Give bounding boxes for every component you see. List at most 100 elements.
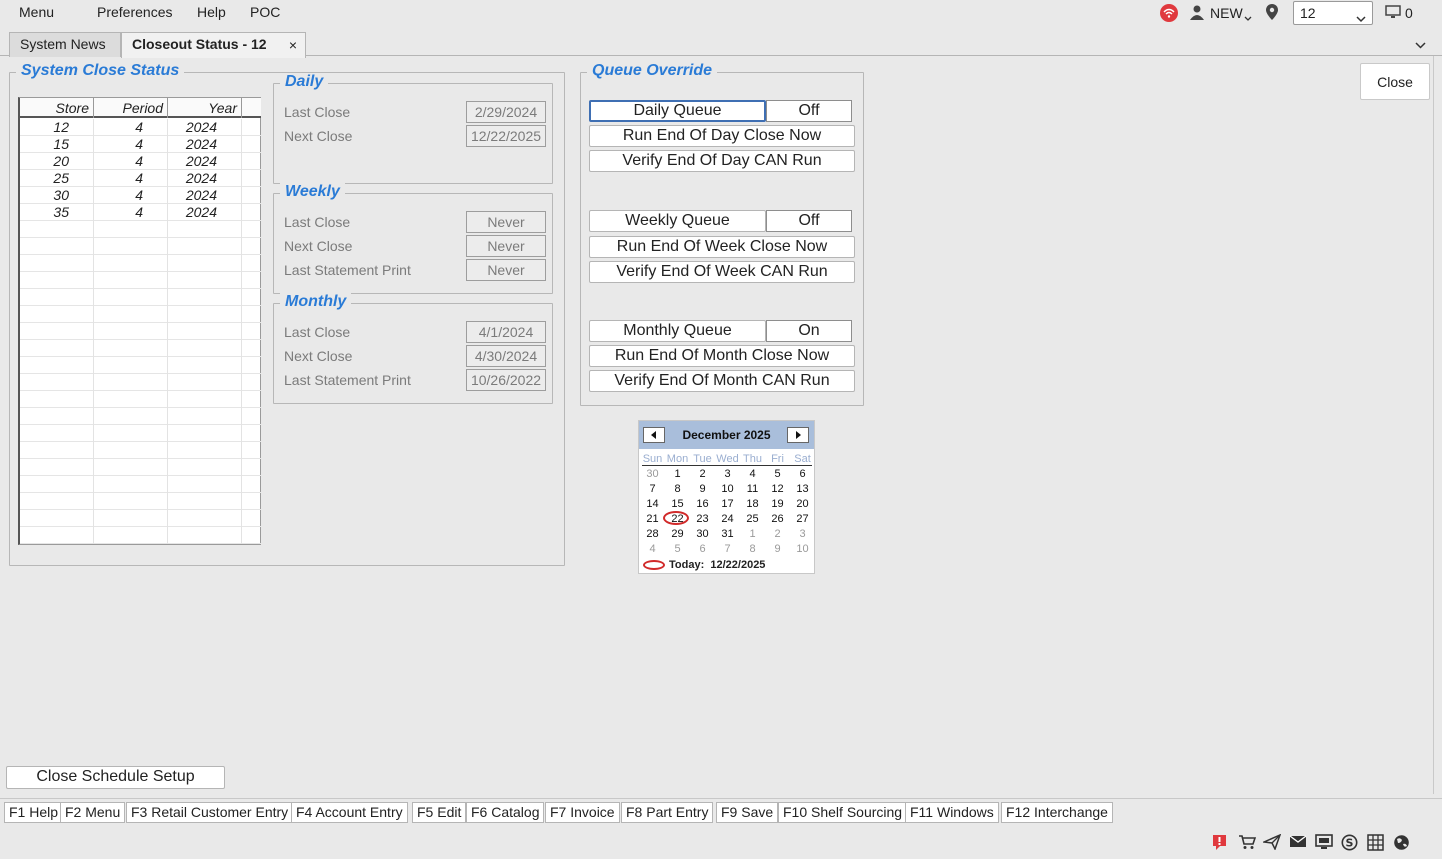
calendar-day[interactable]: 3 [715, 468, 740, 480]
table-row[interactable]: 35 4 2024 [20, 204, 261, 221]
table-row[interactable] [20, 306, 261, 323]
cart-icon[interactable] [1238, 834, 1257, 853]
alert-icon[interactable] [1212, 834, 1227, 854]
fkey-f9[interactable]: F9 Save [716, 802, 779, 823]
calendar-day[interactable]: 26 [765, 513, 790, 525]
user-icon[interactable] [1189, 4, 1205, 23]
calendar-day[interactable]: 5 [765, 468, 790, 480]
calendar-day[interactable]: 31 [715, 528, 740, 540]
column-header-store[interactable]: Store [20, 98, 94, 118]
calendar-day[interactable]: 20 [790, 498, 815, 510]
calendar-day[interactable]: 22 [665, 513, 690, 525]
monitor-icon[interactable] [1385, 5, 1401, 22]
fkey-f4[interactable]: F4 Account Entry [291, 802, 408, 823]
table-row[interactable] [20, 374, 261, 391]
table-row[interactable]: 12 4 2024 [20, 119, 261, 136]
calendar-day[interactable]: 2 [690, 468, 715, 480]
column-header-year[interactable]: Year [168, 98, 242, 118]
calendar-day[interactable]: 5 [665, 543, 690, 555]
table-row[interactable] [20, 221, 261, 238]
wifi-alert-icon[interactable] [1160, 4, 1178, 22]
monitor-icon[interactable] [1315, 834, 1333, 853]
calendar-day[interactable]: 30 [690, 528, 715, 540]
calendar-day[interactable]: 12 [765, 483, 790, 495]
weekly-queue-button[interactable]: Weekly Queue [589, 210, 766, 232]
calendar-day[interactable]: 1 [740, 528, 765, 540]
tab-closeout-status[interactable]: Closeout Status - 12 × [121, 32, 306, 58]
menu-help[interactable]: Help [197, 4, 226, 20]
fkey-f2[interactable]: F2 Menu [60, 802, 126, 823]
table-row[interactable] [20, 442, 261, 459]
calendar-today[interactable]: Today: 12/22/2025 [643, 559, 765, 571]
calendar-day[interactable]: 24 [715, 513, 740, 525]
table-row[interactable] [20, 255, 261, 272]
dollar-icon[interactable]: S [1341, 834, 1358, 854]
calendar-day[interactable]: 25 [740, 513, 765, 525]
calendar-day[interactable]: 23 [690, 513, 715, 525]
table-row[interactable] [20, 459, 261, 476]
run-end-of-day-close-button[interactable]: Run End Of Day Close Now [589, 125, 855, 147]
daily-queue-button[interactable]: Daily Queue [589, 100, 766, 122]
table-row[interactable] [20, 408, 261, 425]
calendar-day[interactable]: 4 [740, 468, 765, 480]
calendar-day[interactable]: 3 [790, 528, 815, 540]
calendar-day[interactable]: 8 [665, 483, 690, 495]
table-row[interactable] [20, 323, 261, 340]
table-row[interactable]: 20 4 2024 [20, 153, 261, 170]
fkey-f8[interactable]: F8 Part Entry [621, 802, 714, 823]
table-row[interactable] [20, 476, 261, 493]
calendar-day[interactable]: 13 [790, 483, 815, 495]
calendar-day[interactable]: 18 [740, 498, 765, 510]
table-row[interactable] [20, 493, 261, 510]
fkey-f7[interactable]: F7 Invoice [545, 802, 620, 823]
calendar-day[interactable]: 10 [715, 483, 740, 495]
grid-icon[interactable] [1367, 834, 1384, 854]
store-status-table[interactable]: Store Period Year 12 4 2024 15 4 2024 20 4 2024 2… [18, 97, 261, 545]
calendar-day[interactable]: 21 [640, 513, 665, 525]
table-row[interactable] [20, 340, 261, 357]
calendar-day[interactable]: 8 [740, 543, 765, 555]
calendar-next-button[interactable] [787, 427, 809, 443]
fkey-f5[interactable]: F5 Edit [412, 802, 467, 823]
menu-preferences[interactable]: Preferences [97, 4, 172, 20]
tab-system-news[interactable]: System News [9, 32, 121, 57]
calendar-day[interactable]: 1 [665, 468, 690, 480]
mail-icon[interactable] [1289, 834, 1307, 851]
calendar-day[interactable]: 27 [790, 513, 815, 525]
close-schedule-setup-button[interactable]: Close Schedule Setup [6, 766, 225, 789]
calendar-day[interactable]: 6 [690, 543, 715, 555]
fkey-f10[interactable]: F10 Shelf Sourcing [778, 802, 908, 823]
chevron-down-icon[interactable] [1415, 36, 1426, 52]
location-pin-icon[interactable] [1266, 4, 1278, 23]
fkey-f1[interactable]: F1 Help [4, 802, 64, 823]
column-header-period[interactable]: Period [94, 98, 168, 118]
table-row[interactable] [20, 510, 261, 527]
run-end-of-week-close-button[interactable]: Run End Of Week Close Now [589, 236, 855, 258]
calendar-day[interactable]: 7 [640, 483, 665, 495]
user-label[interactable]: NEW [1210, 5, 1243, 21]
table-row[interactable] [20, 527, 261, 544]
fkey-f12[interactable]: F12 Interchange [1001, 802, 1113, 823]
calendar-day[interactable]: 28 [640, 528, 665, 540]
menu-menu[interactable]: Menu [19, 4, 54, 20]
table-row[interactable]: 15 4 2024 [20, 136, 261, 153]
fkey-f11[interactable]: F11 Windows [905, 802, 999, 823]
calendar-day[interactable]: 9 [765, 543, 790, 555]
run-end-of-month-close-button[interactable]: Run End Of Month Close Now [589, 345, 855, 367]
table-row[interactable] [20, 238, 261, 255]
chevron-down-icon[interactable] [1244, 9, 1252, 25]
calendar-day[interactable]: 11 [740, 483, 765, 495]
table-row[interactable] [20, 289, 261, 306]
calendar-day[interactable]: 14 [640, 498, 665, 510]
calendar-prev-button[interactable] [643, 427, 665, 443]
calendar-day[interactable]: 6 [790, 468, 815, 480]
fkey-f3[interactable]: F3 Retail Customer Entry [126, 802, 294, 823]
calendar-day[interactable]: 9 [690, 483, 715, 495]
calendar-day[interactable]: 10 [790, 543, 815, 555]
table-row[interactable] [20, 425, 261, 442]
monthly-queue-button[interactable]: Monthly Queue [589, 320, 766, 342]
store-select[interactable]: 12 [1293, 1, 1373, 25]
menu-poc[interactable]: POC [250, 4, 280, 20]
calendar[interactable]: December 2025 Sun Mon Tue Wed Thu Fri Sat 30 1 2… [638, 420, 815, 574]
calendar-day[interactable]: 7 [715, 543, 740, 555]
